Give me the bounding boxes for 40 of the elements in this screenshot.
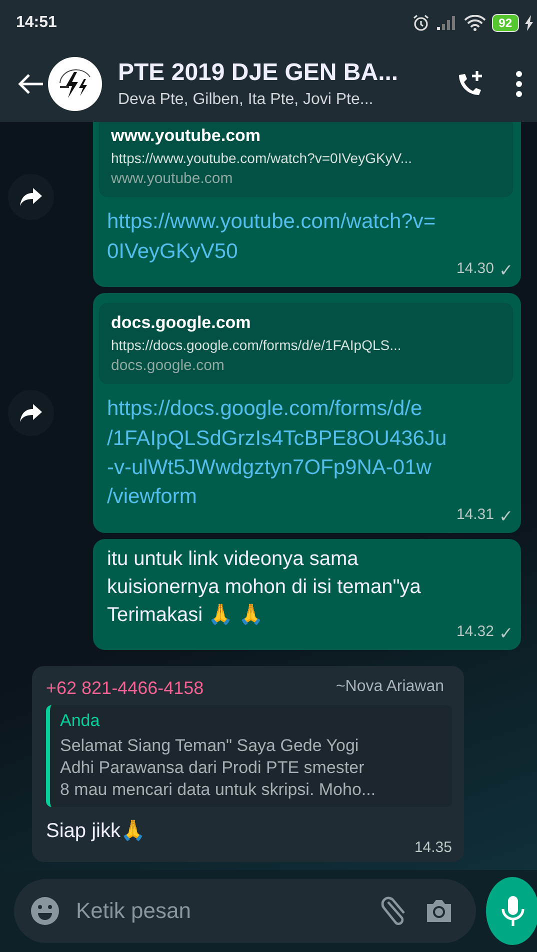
sender-number: +62 821-4466-4158 — [46, 678, 204, 699]
signal-icon — [436, 15, 458, 31]
emoji-icon[interactable] — [30, 896, 60, 926]
message-text: itu untuk link videonya sama kuisionernya mohon di isi teman"ya Terimakasi 🙏 🙏 — [107, 546, 422, 628]
wifi-icon — [464, 15, 486, 31]
sender-name: ~Nova Ariawan — [336, 678, 444, 697]
quote-text: Selamat Siang Teman" Saya Gede Yogi Adhi Parawansa dari Prodi PTE smester 8 mau mencari data untuk skripsi. Moho... — [60, 734, 377, 801]
charging-icon — [525, 15, 533, 31]
battery-level: 92 — [492, 14, 519, 32]
preview-title: docs.google.com — [111, 313, 252, 334]
preview-title: www.youtube.com — [111, 126, 262, 146]
sent-tick: ✓ — [499, 506, 513, 527]
sent-tick: ✓ — [499, 622, 513, 644]
share-arrow-icon — [19, 186, 43, 207]
alarm-icon — [412, 14, 430, 32]
menu-icon[interactable] — [515, 70, 523, 98]
message-time: 14.32 — [456, 622, 494, 642]
preview-site: www.youtube.com — [111, 170, 234, 188]
status-time: 14:51 — [16, 14, 57, 32]
group-title[interactable]: PTE 2019 DJE GEN BA... — [118, 59, 425, 87]
link-preview[interactable]: www.youtube.com https://www.youtube.com/watch?v=0IVeyGKyV... www.youtube.com — [99, 122, 513, 198]
message-time: 14.30 — [456, 260, 494, 280]
message-text: Siap jikk🙏 — [46, 818, 146, 844]
preview-url: https://docs.google.com/forms/d/e/1FAIpQLS... — [111, 337, 402, 354]
back-icon[interactable] — [18, 73, 44, 95]
message-bar[interactable]: Ketik pesan — [14, 879, 476, 943]
quoted-message[interactable]: Anda Selamat Siang Teman" Saya Gede Yogi Adhi Parawansa dari Prodi PTE smester 8 mau mencari data untuk skripsi. Moho... — [46, 704, 452, 807]
preview-url: https://www.youtube.com/watch?v=0IVeyGKyV... — [111, 150, 414, 166]
sent-tick: ✓ — [499, 260, 513, 282]
microphone-icon — [500, 895, 524, 927]
link-preview[interactable]: docs.google.com https://docs.google.com/forms/d/e/1FAIpQLS... docs.google.com — [99, 303, 513, 384]
message-time: 14.35 — [414, 839, 452, 856]
quote-author: Anda — [60, 710, 101, 731]
preview-site: docs.google.com — [111, 357, 226, 374]
message-time: 14.31 — [456, 506, 494, 525]
share-arrow-icon — [19, 402, 43, 423]
camera-icon[interactable] — [424, 897, 454, 925]
group-members[interactable]: Deva Pte, Gilben, Ita Pte, Jovi Pte... — [118, 91, 425, 109]
message-field[interactable]: Ketik pesan — [74, 897, 366, 925]
group-avatar[interactable] — [48, 57, 102, 111]
